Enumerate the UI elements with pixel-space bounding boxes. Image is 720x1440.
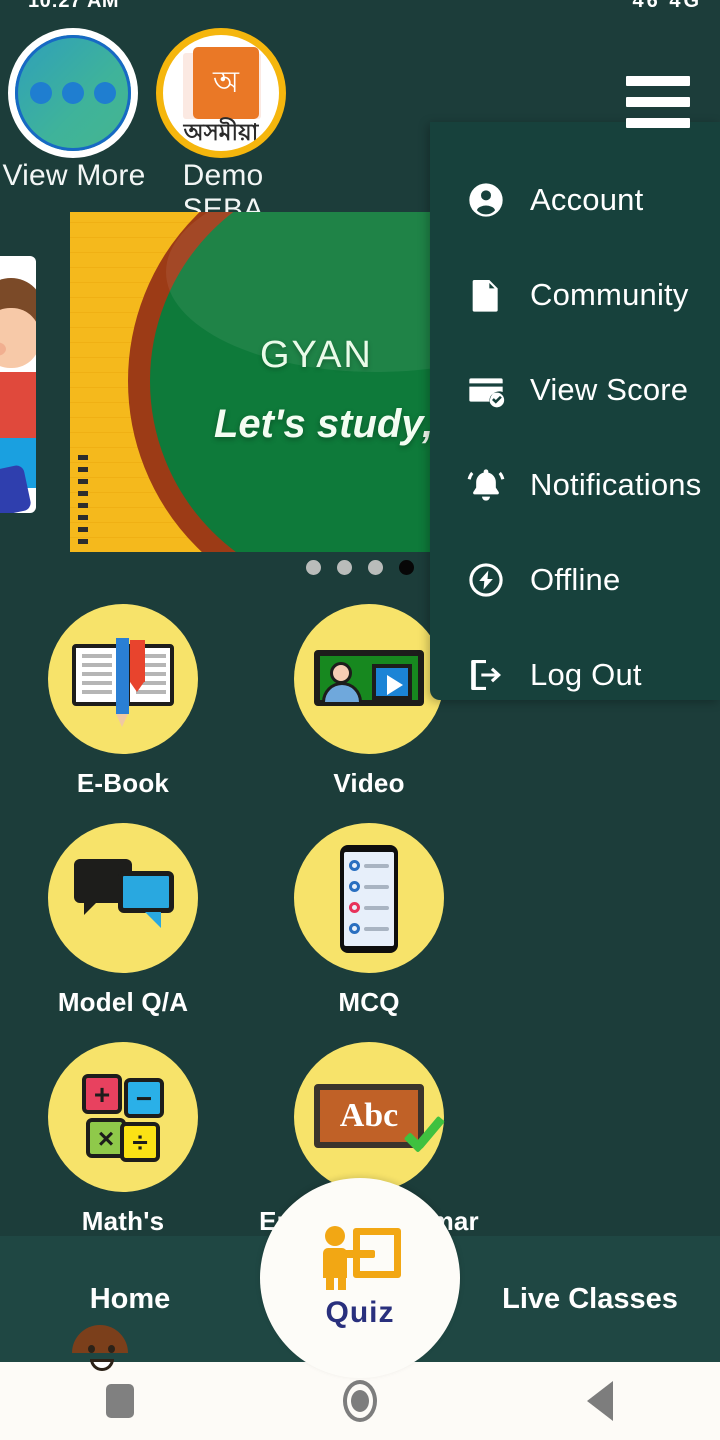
grid-label: Video xyxy=(333,768,405,798)
overflow-menu[interactable]: Account Community View Score Notificatio… xyxy=(430,122,720,700)
menu-item-community[interactable]: Community xyxy=(430,247,720,342)
menu-item-account[interactable]: Account xyxy=(430,152,720,247)
seba-book-icon: অ অসমীয়া xyxy=(156,28,286,158)
quiz-fab-button[interactable]: Quiz xyxy=(260,1178,460,1378)
triangle-back-icon xyxy=(587,1381,613,1421)
avatar-demo-seba[interactable]: অ অসমীয়া xyxy=(156,28,286,158)
square-icon xyxy=(106,1384,134,1418)
menu-label: View Score xyxy=(530,371,689,407)
bell-icon xyxy=(464,463,508,507)
app-root: 10:27 AM 46 4G অ অসমীয়া View More Demo … xyxy=(0,0,720,1440)
grid-item-mcq[interactable]: MCQ xyxy=(246,823,492,1018)
teacher-board-icon xyxy=(319,1226,401,1290)
menu-icon[interactable] xyxy=(626,76,690,128)
menu-label: Community xyxy=(530,276,689,312)
abc-board-icon: Abc xyxy=(294,1042,444,1192)
grid-item-model-qa[interactable]: Model Q/A xyxy=(0,823,246,1018)
logout-icon xyxy=(464,653,508,697)
back-button[interactable] xyxy=(540,1362,660,1440)
recents-button[interactable] xyxy=(60,1362,180,1440)
seba-caption: অসমীয়া xyxy=(183,119,259,145)
carousel-slide-previous[interactable] xyxy=(0,256,36,513)
avatar-view-more[interactable] xyxy=(8,28,138,158)
grid-label: Math's xyxy=(81,1206,165,1236)
menu-label: Log Out xyxy=(530,656,642,692)
lightning-circle-icon xyxy=(464,558,508,602)
more-dots-icon xyxy=(8,28,138,158)
carousel-dot-active[interactable] xyxy=(399,560,414,575)
menu-item-notifications[interactable]: Notifications xyxy=(430,437,720,532)
seba-glyph: অ xyxy=(193,47,259,119)
document-icon xyxy=(464,273,508,317)
account-icon xyxy=(464,178,508,222)
grid-label: E-Book xyxy=(76,768,170,798)
grid-item-maths[interactable]: + − × ÷ Math's xyxy=(0,1042,246,1237)
menu-label: Account xyxy=(530,181,644,217)
video-player-icon xyxy=(294,604,444,754)
banner-subtitle: Let's study, xyxy=(214,402,434,446)
circle-icon xyxy=(343,1380,377,1422)
status-time: 10:27 AM xyxy=(28,0,120,12)
banner-title: GYAN xyxy=(260,334,373,376)
carousel-dot[interactable] xyxy=(368,560,383,575)
math-operators-icon: + − × ÷ xyxy=(48,1042,198,1192)
quiz-label: Quiz xyxy=(325,1296,395,1329)
menu-label: Offline xyxy=(530,561,621,597)
card-check-icon xyxy=(464,368,508,412)
status-indicators: 46 4G xyxy=(632,0,702,12)
menu-item-offline[interactable]: Offline xyxy=(430,532,720,627)
menu-item-view-score[interactable]: View Score xyxy=(430,342,720,437)
status-bar: 10:27 AM 46 4G xyxy=(0,0,720,14)
speech-bubbles-icon xyxy=(48,823,198,973)
menu-item-log-out[interactable]: Log Out xyxy=(430,627,720,722)
grid-label: MCQ xyxy=(338,987,400,1017)
nav-item-home[interactable]: Home xyxy=(0,1283,260,1316)
carousel-slide-current[interactable]: GYAN Let's study, xyxy=(70,212,474,552)
menu-label: Notifications xyxy=(530,466,702,502)
nav-item-live-classes[interactable]: Live Classes xyxy=(460,1283,720,1316)
carousel-dot[interactable] xyxy=(306,560,321,575)
book-pencil-icon xyxy=(48,604,198,754)
carousel-dot[interactable] xyxy=(337,560,352,575)
check-icon xyxy=(396,1122,448,1168)
checklist-phone-icon xyxy=(294,823,444,973)
grid-item-e-book[interactable]: E-Book xyxy=(0,604,246,799)
grid-label: Model Q/A xyxy=(57,987,189,1017)
